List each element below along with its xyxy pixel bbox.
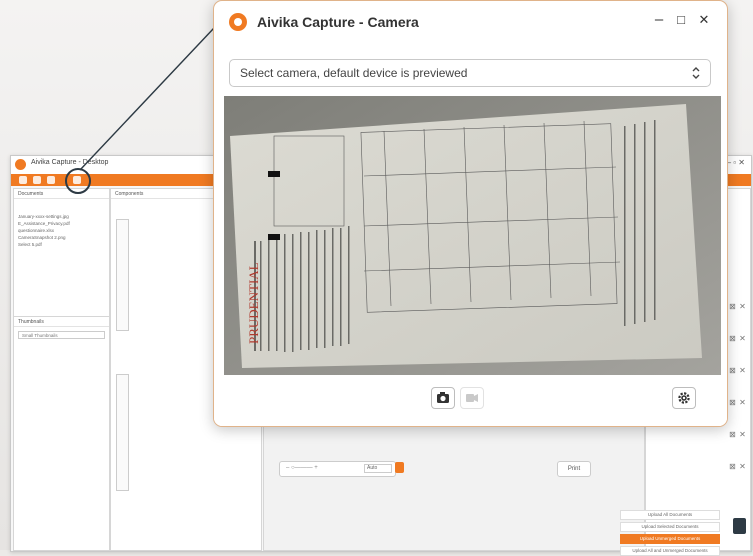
chevron-updown-icon [692,67,700,79]
dialog-titlebar: Aivika Capture - Camera – □ ✕ [214,1,727,45]
minimize-button[interactable]: – [650,11,668,28]
video-icon [466,394,478,402]
camera-icon [437,392,449,403]
record-video-button[interactable] [460,387,484,409]
camera-preview: PRUDENTIAL [224,96,721,375]
dialog-title: Aivika Capture - Camera [257,14,419,30]
camera-select-value: Select camera, default device is preview… [240,66,468,80]
app-logo-icon [229,13,247,31]
dialog-footer [214,375,727,426]
camera-select[interactable]: Select camera, default device is preview… [229,59,711,87]
callout-circle [65,168,91,194]
camera-dialog: Aivika Capture - Camera – □ ✕ Select cam… [213,0,728,427]
document-photo: PRUDENTIAL [224,96,721,375]
settings-button[interactable] [672,387,696,409]
gear-icon [678,392,690,404]
snapshot-button[interactable] [431,387,455,409]
document-heading: PRUDENTIAL [246,262,261,344]
close-button[interactable]: ✕ [695,12,713,28]
maximize-button[interactable]: □ [672,12,690,27]
